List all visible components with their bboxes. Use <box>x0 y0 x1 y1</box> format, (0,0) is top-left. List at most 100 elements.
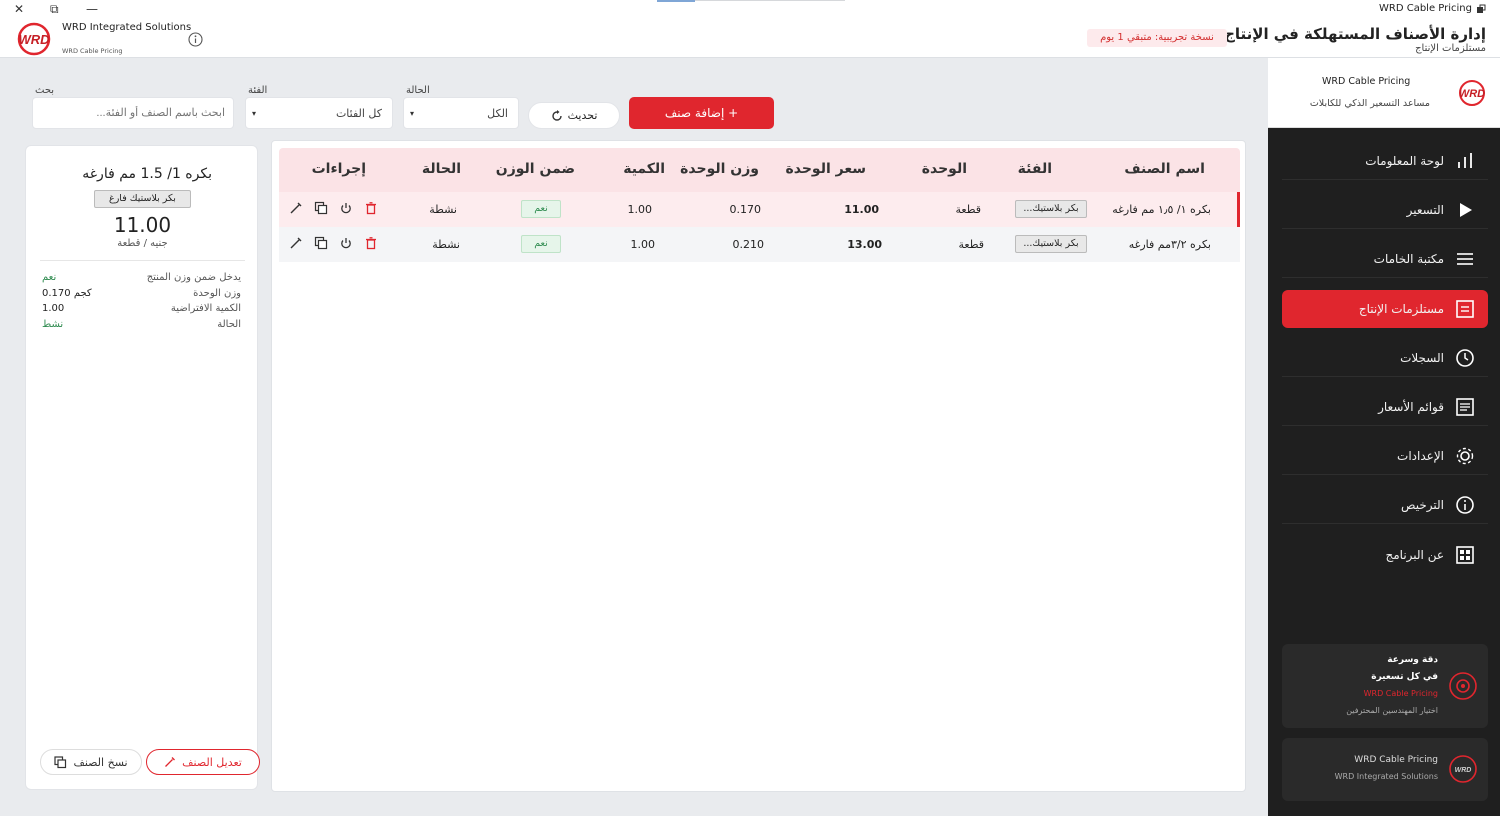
sidebar-item-label: الترخيص <box>1401 497 1444 512</box>
chevron-down-icon: ▾ <box>410 108 415 118</box>
sidebar-item-pricing[interactable]: التسعير <box>1282 191 1488 229</box>
document-icon <box>1456 300 1474 318</box>
cell-unit: قطعة <box>958 238 985 251</box>
edit-item-label: تعديل الصنف <box>182 755 242 769</box>
items-table: اسم الصنف الفئة الوحدة سعر الوحدة وزن ال… <box>271 140 1246 792</box>
search-label: بحث <box>35 85 55 96</box>
trash-icon[interactable] <box>364 201 378 215</box>
page-subtitle: مستلزمات الإنتاج <box>1415 43 1486 54</box>
wrd-logo: WRD <box>14 22 54 56</box>
col-price: سعر الوحدة <box>785 161 866 177</box>
edit-icon[interactable] <box>289 201 303 215</box>
refresh-label: تحديث <box>567 109 598 122</box>
promo-line-3: WRD Cable Pricing <box>1363 689 1438 698</box>
category-select[interactable]: ▾ كل الفئات <box>245 97 393 129</box>
brand-subtitle: WRD Cable Pricing <box>62 47 123 55</box>
sidebar-header: WRD Cable Pricing مساعد التسعير الذكي لل… <box>1268 58 1500 128</box>
col-status: الحالة <box>421 161 461 177</box>
item-detail-panel: بكره 1/ 1.5 مم فارغه بكر بلاستيك فارغ 11… <box>25 145 260 790</box>
col-weight: وزن الوحدة <box>680 161 759 177</box>
col-unit: الوحدة <box>921 161 967 177</box>
cell-status: نشطة <box>429 203 457 216</box>
cell-unit: قطعة <box>955 203 982 216</box>
trash-icon[interactable] <box>364 236 378 250</box>
category-value: كل الفئات <box>335 106 382 120</box>
promo-line-1: دقة وسرعة <box>1387 655 1438 665</box>
table-row[interactable]: بكره ١/ ١٫٥ مم فارغه بكر بلاستيك... قطعة… <box>279 192 1240 227</box>
status-value: الكل <box>487 106 508 120</box>
detail-key: الكمية الافتراضية <box>170 303 241 314</box>
detail-value: نعم <box>42 272 57 283</box>
footer-line-1: WRD Cable Pricing <box>1354 755 1438 765</box>
copy-icon[interactable] <box>314 236 328 250</box>
edit-icon[interactable] <box>289 236 303 250</box>
col-name: اسم الصنف <box>1124 161 1205 177</box>
status-label: الحالة <box>406 85 430 96</box>
footer-logo-icon: WRD <box>1448 754 1478 784</box>
add-item-button[interactable]: + إضافة صنف <box>629 97 774 129</box>
info-icon <box>1456 495 1474 514</box>
divider <box>40 260 245 261</box>
power-icon[interactable] <box>339 236 353 250</box>
detail-key: وزن الوحدة <box>193 288 241 299</box>
detail-key: يدخل ضمن وزن المنتج <box>146 272 241 283</box>
bar-chart-icon <box>1458 152 1472 168</box>
col-actions: إجراءات <box>311 161 366 177</box>
info-icon[interactable] <box>188 32 203 47</box>
list-icon <box>1456 397 1474 416</box>
sidebar-item-label: قوائم الأسعار <box>1378 399 1444 414</box>
cell-status: نشطة <box>432 238 460 251</box>
detail-value: 0.170 كجم <box>42 288 92 299</box>
detail-title: بكره 1/ 1.5 مم فارغه <box>82 166 212 182</box>
close-window-icon[interactable]: ✕ <box>14 2 24 16</box>
power-icon[interactable] <box>339 201 353 215</box>
sidebar-item-label: الإعدادات <box>1397 448 1444 463</box>
svg-text:WRD: WRD <box>1455 767 1472 774</box>
sidebar-item-license[interactable]: الترخيص <box>1282 486 1488 524</box>
sidebar-item-price-lists[interactable]: قوائم الأسعار <box>1282 388 1488 426</box>
minimize-window-icon[interactable]: — <box>86 2 98 16</box>
search-input[interactable] <box>32 97 234 129</box>
play-icon <box>1460 202 1472 217</box>
refresh-button[interactable]: تحديث <box>528 102 620 129</box>
target-icon <box>1448 671 1478 701</box>
in-weight-badge: نعم <box>521 200 561 218</box>
app-name: WRD Cable Pricing <box>1379 3 1472 14</box>
sidebar-item-label: لوحة المعلومات <box>1365 153 1444 168</box>
detail-unit: جنيه / قطعة <box>117 238 168 249</box>
sidebar-logo: WRD <box>1454 78 1490 108</box>
copy-item-label: نسخ الصنف <box>73 755 128 769</box>
copy-icon[interactable] <box>314 201 328 215</box>
sidebar-item-logs[interactable]: السجلات <box>1282 339 1488 377</box>
sidebar-item-settings[interactable]: الإعدادات <box>1282 437 1488 475</box>
cell-price: 11.00 <box>844 203 879 216</box>
cell-weight: 0.170 <box>729 203 762 216</box>
sidebar-tagline: مساعد التسعير الذكي للكابلات <box>1309 98 1430 109</box>
sidebar-item-about[interactable]: عن البرنامج <box>1282 536 1488 574</box>
detail-price: 11.00 <box>113 213 172 237</box>
sidebar-item-production-supplies[interactable]: مستلزمات الإنتاج <box>1282 290 1488 328</box>
footer-card: WRD Cable Pricing WRD Integrated Solutio… <box>1282 738 1488 801</box>
sidebar-item-label: عن البرنامج <box>1385 548 1444 562</box>
category-label: الفئة <box>248 85 268 96</box>
cell-name: بكره ٣/٢مم فارغه <box>1128 238 1211 251</box>
sidebar-item-dashboard[interactable]: لوحة المعلومات <box>1282 142 1488 180</box>
sidebar-item-label: السجلات <box>1400 350 1444 365</box>
sidebar-item-materials[interactable]: مكتبة الخامات <box>1282 240 1488 278</box>
cell-price: 13.00 <box>847 238 882 251</box>
status-select[interactable]: ▾ الكل <box>403 97 519 129</box>
trial-badge: نسخة تجريبية: متبقي 1 يوم <box>1087 29 1227 47</box>
cell-name: بكره ١/ ١٫٥ مم فارغه <box>1112 203 1211 216</box>
col-in-weight: ضمن الوزن <box>495 161 575 177</box>
restore-window-icon[interactable]: ⧉ <box>50 2 59 17</box>
col-category: الفئة <box>1017 161 1052 177</box>
table-row[interactable]: بكره ٣/٢مم فارغه بكر بلاستيك... قطعة 13.… <box>279 227 1240 262</box>
sidebar-item-label: مكتبة الخامات <box>1373 251 1444 266</box>
table-header: اسم الصنف الفئة الوحدة سعر الوحدة وزن ال… <box>279 148 1240 192</box>
detail-value: نشط <box>42 319 64 330</box>
app-name-label: WRD Cable Pricing <box>1379 3 1486 14</box>
promo-card: دقة وسرعة في كل تسعيرة WRD Cable Pricing… <box>1282 644 1488 728</box>
copy-item-button[interactable]: نسخ الصنف <box>40 749 142 775</box>
sidebar-app-name: WRD Cable Pricing <box>1322 76 1411 87</box>
edit-item-button[interactable]: تعديل الصنف <box>146 749 260 775</box>
